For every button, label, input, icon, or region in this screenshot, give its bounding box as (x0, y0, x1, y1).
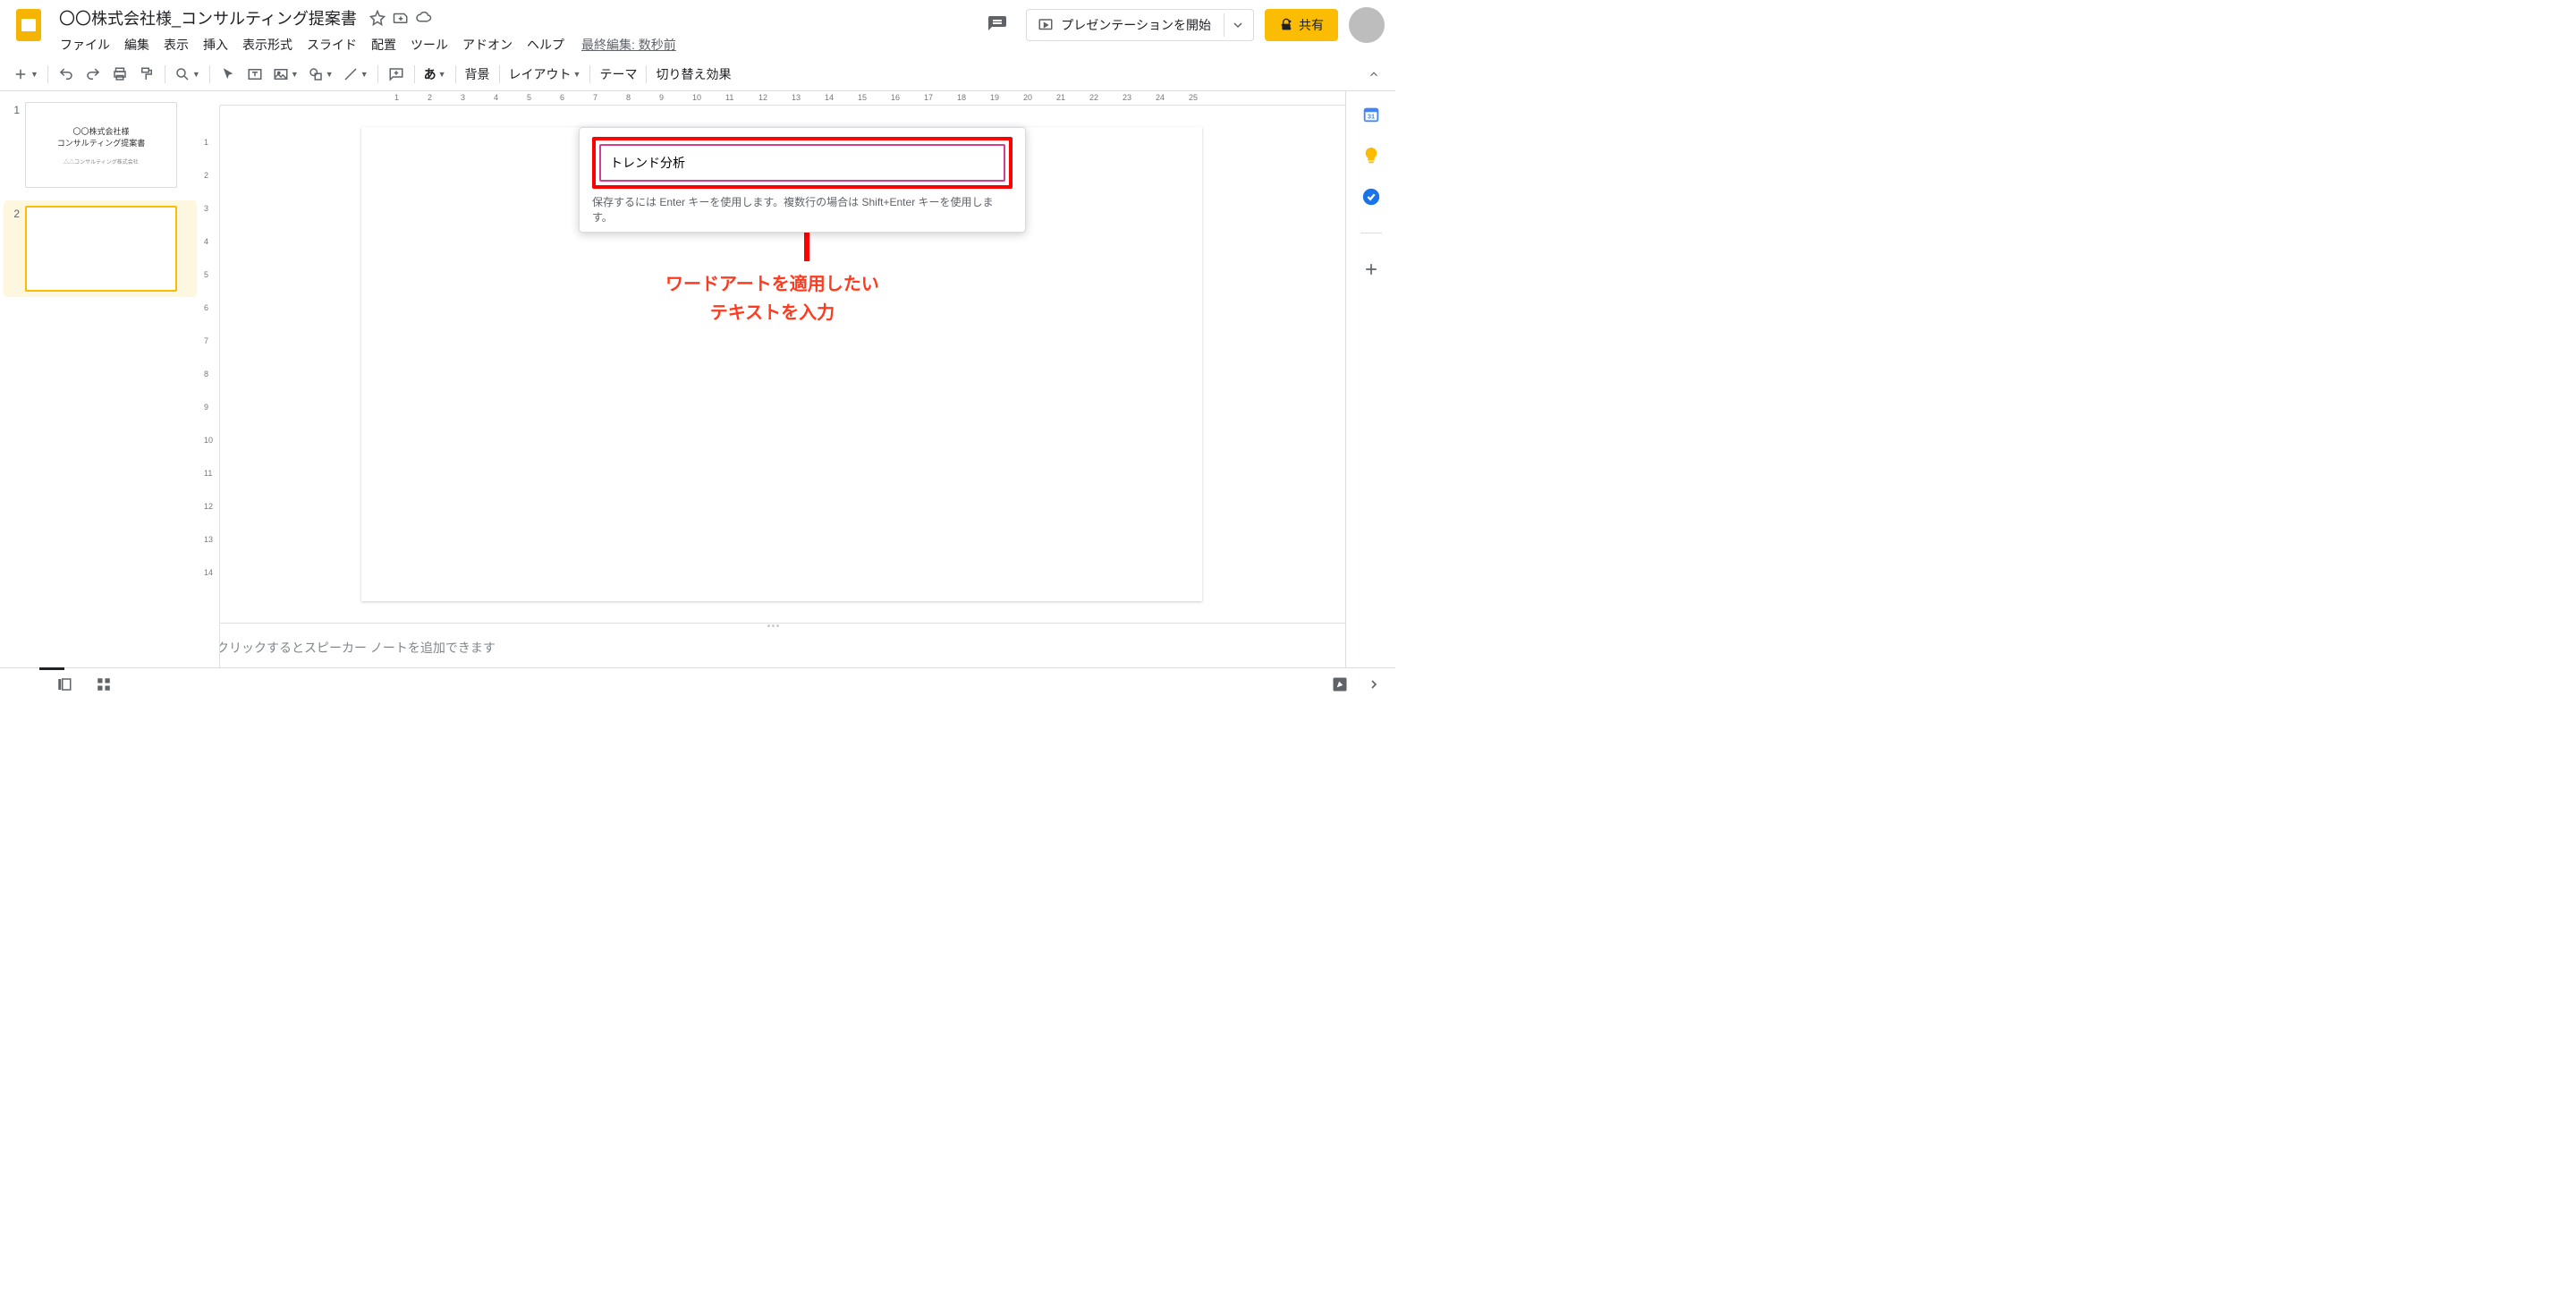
side-panel-toggle[interactable] (1363, 674, 1385, 695)
menu-help[interactable]: ヘルプ (521, 32, 571, 57)
share-button[interactable]: 共有 (1265, 9, 1338, 41)
menu-addons[interactable]: アドオン (456, 32, 519, 57)
canvas-area: 1 2 3 4 5 6 7 8 9 10 11 12 13 14 1 2 3 4… (200, 91, 1345, 667)
present-dropdown[interactable] (1224, 13, 1248, 37)
doc-title[interactable]: 〇〇株式会社様_コンサルティング提案書 (54, 4, 362, 31)
thumb-1-subtitle: △△コンサルティング株式会社 (64, 157, 139, 166)
tasks-icon[interactable] (1360, 186, 1382, 208)
shape-tool[interactable]: ▼ (304, 62, 337, 87)
slides-app-icon[interactable] (11, 7, 47, 43)
keep-icon[interactable] (1360, 145, 1382, 166)
svg-text:31: 31 (1367, 113, 1374, 121)
undo-button[interactable] (54, 62, 79, 87)
comment-add-button[interactable] (384, 62, 409, 87)
thumb-1-title-l1: 〇〇株式会社様 (72, 125, 129, 137)
line-tool[interactable]: ▼ (339, 62, 372, 87)
menu-tools[interactable]: ツール (404, 32, 454, 57)
textbox-tool[interactable] (242, 62, 267, 87)
layout-button[interactable]: レイアウト▼ (505, 62, 585, 87)
move-icon[interactable] (393, 10, 409, 26)
menu-view[interactable]: 表示 (157, 32, 195, 57)
last-edit[interactable]: 最終編集: 数秒前 (581, 36, 676, 54)
slide-thumb-1[interactable]: 1 〇〇株式会社様 コンサルティング提案書 △△コンサルティング株式会社 (7, 102, 193, 188)
present-label: プレゼンテーションを開始 (1061, 16, 1211, 34)
speaker-notes[interactable]: クリックするとスピーカー ノートを追加できます (200, 628, 1345, 667)
present-button[interactable]: プレゼンテーションを開始 (1026, 9, 1254, 41)
cloud-status-icon[interactable] (416, 10, 432, 26)
input-method-button[interactable]: あ▼ (420, 62, 450, 87)
collapse-toolbar-button[interactable] (1361, 62, 1386, 87)
background-button[interactable]: 背景 (462, 62, 494, 87)
paint-format-button[interactable] (134, 62, 159, 87)
menu-edit[interactable]: 編集 (118, 32, 156, 57)
redo-button[interactable] (80, 62, 106, 87)
share-label: 共有 (1299, 16, 1324, 34)
thumb-1-title-l2: コンサルティング提案書 (57, 137, 145, 149)
image-tool[interactable]: ▼ (269, 62, 302, 87)
transition-button[interactable]: 切り替え効果 (652, 62, 734, 87)
wordart-input[interactable] (599, 144, 1005, 182)
star-icon[interactable] (369, 10, 386, 26)
filmstrip: 1 〇〇株式会社様 コンサルティング提案書 △△コンサルティング株式会社 2 (0, 91, 200, 667)
print-button[interactable] (107, 62, 132, 87)
theme-button[interactable]: テーマ (596, 62, 640, 87)
slide-canvas[interactable]: 保存するには Enter キーを使用します。複数行の場合は Shift+Ente… (361, 127, 1202, 601)
ruler-horizontal: 1 2 3 4 5 6 7 8 9 10 11 12 13 14 15 16 1… (220, 91, 1345, 106)
select-tool[interactable] (216, 62, 241, 87)
annotation-text: ワードアートを適用したい テキストを入力 (665, 270, 879, 327)
menu-slide[interactable]: スライド (301, 32, 363, 57)
addons-plus-icon[interactable] (1360, 259, 1382, 280)
new-slide-button[interactable]: ▼ (9, 62, 42, 87)
menu-arrange[interactable]: 配置 (365, 32, 402, 57)
menu-format[interactable]: 表示形式 (236, 32, 299, 57)
menu-file[interactable]: ファイル (54, 32, 116, 57)
wordart-dialog: 保存するには Enter キーを使用します。複数行の場合は Shift+Ente… (579, 127, 1026, 233)
explore-button[interactable] (1329, 674, 1351, 695)
side-panel: 31 (1345, 91, 1395, 667)
menu-insert[interactable]: 挿入 (197, 32, 234, 57)
grid-view-button[interactable] (93, 674, 114, 695)
calendar-icon[interactable]: 31 (1360, 104, 1382, 125)
slide-thumb-2[interactable]: 2 (4, 200, 197, 297)
wordart-hint: 保存するには Enter キーを使用します。複数行の場合は Shift+Ente… (592, 194, 1013, 225)
comments-button[interactable] (979, 7, 1015, 43)
toolbar: ▼ ▼ ▼ ▼ ▼ あ▼ 背景 レイアウト▼ テーマ 切り替え効果 (0, 57, 1395, 91)
menubar: ファイル 編集 表示 挿入 表示形式 スライド 配置 ツール アドオン ヘルプ … (54, 32, 979, 57)
filmstrip-view-button[interactable] (54, 674, 75, 695)
zoom-button[interactable]: ▼ (171, 62, 204, 87)
annotation-highlight-box (592, 137, 1013, 189)
header: 〇〇株式会社様_コンサルティング提案書 ファイル 編集 表示 挿入 表示形式 ス… (0, 0, 1395, 57)
account-avatar[interactable] (1349, 7, 1385, 43)
bottombar (0, 667, 1395, 700)
